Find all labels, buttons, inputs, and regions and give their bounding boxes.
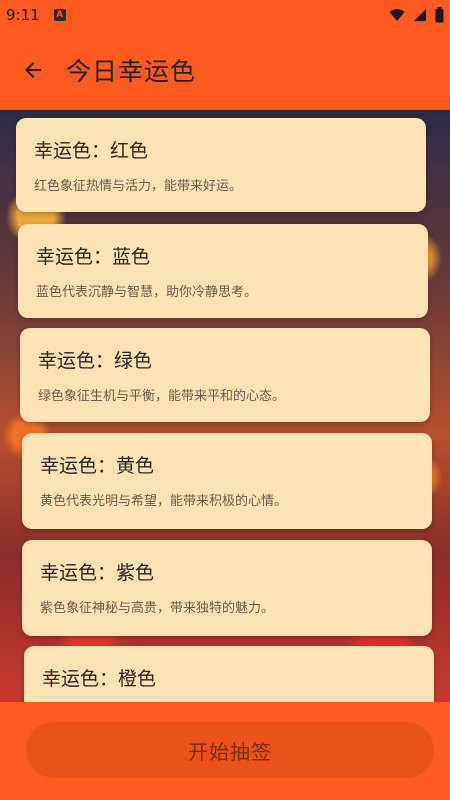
notification-a-icon: A <box>53 9 66 21</box>
signal-icon <box>414 9 426 21</box>
lucky-color-card-blue[interactable]: 幸运色：蓝色 蓝色代表沉静与智慧，助你冷静思考。 <box>18 224 428 318</box>
card-title: 幸运色：橙色 <box>42 668 157 690</box>
back-arrow-icon <box>25 62 41 78</box>
card-description: 黄色代表光明与希望，能带来积极的心情。 <box>40 494 288 509</box>
lucky-color-card-orange[interactable]: 幸运色：橙色 <box>24 646 434 702</box>
lucky-color-list[interactable]: 幸运色：红色 红色象征热情与活力，能带来好运。 幸运色：蓝色 蓝色代表沉静与智慧… <box>0 110 450 702</box>
status-bar: 9:11 A <box>0 0 450 30</box>
wifi-icon <box>389 9 405 21</box>
card-description: 紫色象征神秘与高贵，带来独特的魅力。 <box>40 601 275 616</box>
status-time: 9:11 <box>6 6 40 24</box>
card-title: 幸运色：紫色 <box>40 562 155 584</box>
lucky-color-card-green[interactable]: 幸运色：绿色 绿色象征生机与平衡，能带来平和的心态。 <box>20 328 430 422</box>
back-button[interactable] <box>16 53 50 87</box>
card-description: 蓝色代表沉静与智慧，助你冷静思考。 <box>36 285 258 300</box>
page-title: 今日幸运色 <box>66 57 197 86</box>
card-description: 绿色象征生机与平衡，能带来平和的心态。 <box>38 389 286 404</box>
bottom-bar: 开始抽签 <box>0 702 450 800</box>
card-title: 幸运色：绿色 <box>38 350 153 372</box>
lucky-color-card-purple[interactable]: 幸运色：紫色 紫色象征神秘与高贵，带来独特的魅力。 <box>22 540 432 636</box>
card-description: 红色象征热情与活力，能带来好运。 <box>34 179 243 194</box>
start-draw-button[interactable]: 开始抽签 <box>26 722 434 778</box>
lucky-color-card-red[interactable]: 幸运色：红色 红色象征热情与活力，能带来好运。 <box>16 118 426 212</box>
card-title: 幸运色：黄色 <box>40 455 155 477</box>
lucky-color-card-yellow[interactable]: 幸运色：黄色 黄色代表光明与希望，能带来积极的心情。 <box>22 433 432 529</box>
app-bar: 今日幸运色 <box>0 30 450 110</box>
status-icons <box>389 7 444 23</box>
battery-icon <box>435 7 444 23</box>
card-title: 幸运色：红色 <box>34 140 149 162</box>
card-title: 幸运色：蓝色 <box>36 246 151 268</box>
